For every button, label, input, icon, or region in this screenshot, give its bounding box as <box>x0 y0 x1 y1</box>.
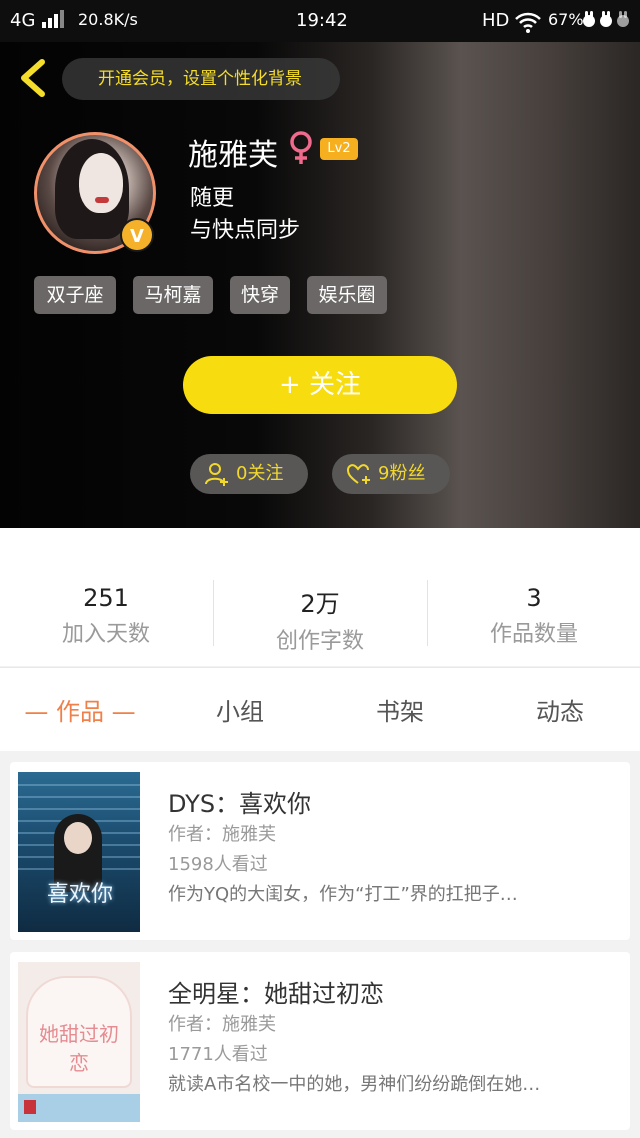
fans-count: 9粉丝 <box>378 463 426 484</box>
book-author: 作者：施雅芙 <box>168 1014 276 1035</box>
book-description: 作为YQ的大闺女，作为“打工”界的扛把子… <box>168 884 518 905</box>
user-add-icon <box>205 463 228 486</box>
tab-bar: — 作品 — 小组 书架 动态 <box>0 667 640 751</box>
status-bar: 4G 20.8K/s 19:42 HD 67% <box>0 0 640 42</box>
tab-groups[interactable]: 小组 <box>160 692 320 727</box>
book-description: 就读A市名校一中的她，男神们纷纷跪倒在她… <box>168 1074 541 1095</box>
back-button[interactable] <box>14 58 54 98</box>
stat-join-days: 251 加入天数 <box>0 584 212 648</box>
following-pill[interactable]: 0关注 <box>190 454 308 494</box>
book-views: 1771人看过 <box>168 1044 268 1065</box>
book-cover[interactable]: 她甜过初恋 <box>18 962 140 1122</box>
stat-word-count: 2万 创作字数 <box>214 584 426 655</box>
clock: 19:42 <box>296 10 348 31</box>
tab-activity[interactable]: 动态 <box>480 692 640 727</box>
stat-value: 251 <box>83 584 129 612</box>
tag-chip[interactable]: 娱乐圈 <box>307 276 387 314</box>
book-views: 1598人看过 <box>168 854 268 875</box>
wifi-icon <box>514 10 542 39</box>
tag-chip[interactable]: 快穿 <box>230 276 290 314</box>
network-type: 4G <box>10 10 36 31</box>
network-speed: 20.8K/s <box>78 10 138 29</box>
stats-panel: 251 加入天数 2万 创作字数 3 作品数量 <box>0 528 640 666</box>
book-author: 作者：施雅芙 <box>168 824 276 845</box>
follow-button[interactable]: + 关注 <box>183 356 457 414</box>
stat-label: 作品数量 <box>489 622 578 647</box>
book-title[interactable]: DYS：喜欢你 <box>168 784 311 819</box>
cover-title: 她甜过初恋 <box>39 1022 119 1075</box>
level-badge: Lv2 <box>320 138 358 160</box>
signal-icon <box>42 10 66 28</box>
profile-header: 开通会员，设置个性化背景 V 施雅芙 Lv2 随更 与快点同步 双子座 马柯嘉 … <box>0 42 640 528</box>
book-card[interactable]: 她甜过初恋 全明星：她甜过初恋 作者：施雅芙 1771人看过 就读A市名校一中的… <box>10 952 630 1130</box>
username: 施雅芙 <box>188 138 278 173</box>
fans-pill[interactable]: 9粉丝 <box>332 454 450 494</box>
stat-works-count: 3 作品数量 <box>428 584 640 648</box>
book-card[interactable]: 喜欢你 DYS：喜欢你 作者：施雅芙 1598人看过 作为YQ的大闺女，作为“打… <box>10 762 630 940</box>
battery-level: 67% <box>548 10 584 29</box>
book-title[interactable]: 全明星：她甜过初恋 <box>168 974 384 1009</box>
cover-title: 喜欢你 <box>46 882 113 907</box>
chevron-left-icon <box>21 59 45 97</box>
tag-chip[interactable]: 马柯嘉 <box>133 276 213 314</box>
tag-chip[interactable]: 双子座 <box>34 276 116 314</box>
stat-value: 2万 <box>300 590 340 618</box>
vip-background-banner[interactable]: 开通会员，设置个性化背景 <box>62 58 340 100</box>
book-cover[interactable]: 喜欢你 <box>18 772 140 932</box>
verified-badge: V <box>120 218 154 252</box>
bio-line-2: 与快点同步 <box>190 218 301 243</box>
bio-line-1: 随更 <box>190 186 235 211</box>
stat-label: 加入天数 <box>61 622 150 647</box>
tab-works[interactable]: — 作品 — <box>0 692 160 727</box>
heart-add-icon <box>346 464 370 484</box>
tab-bookshelf[interactable]: 书架 <box>320 692 480 727</box>
battery-bunny-icon <box>580 10 632 33</box>
following-count: 0关注 <box>236 463 284 484</box>
female-icon <box>286 130 316 166</box>
stat-value: 3 <box>526 584 542 612</box>
stat-label: 创作字数 <box>275 629 364 654</box>
hd-indicator: HD <box>482 10 510 31</box>
